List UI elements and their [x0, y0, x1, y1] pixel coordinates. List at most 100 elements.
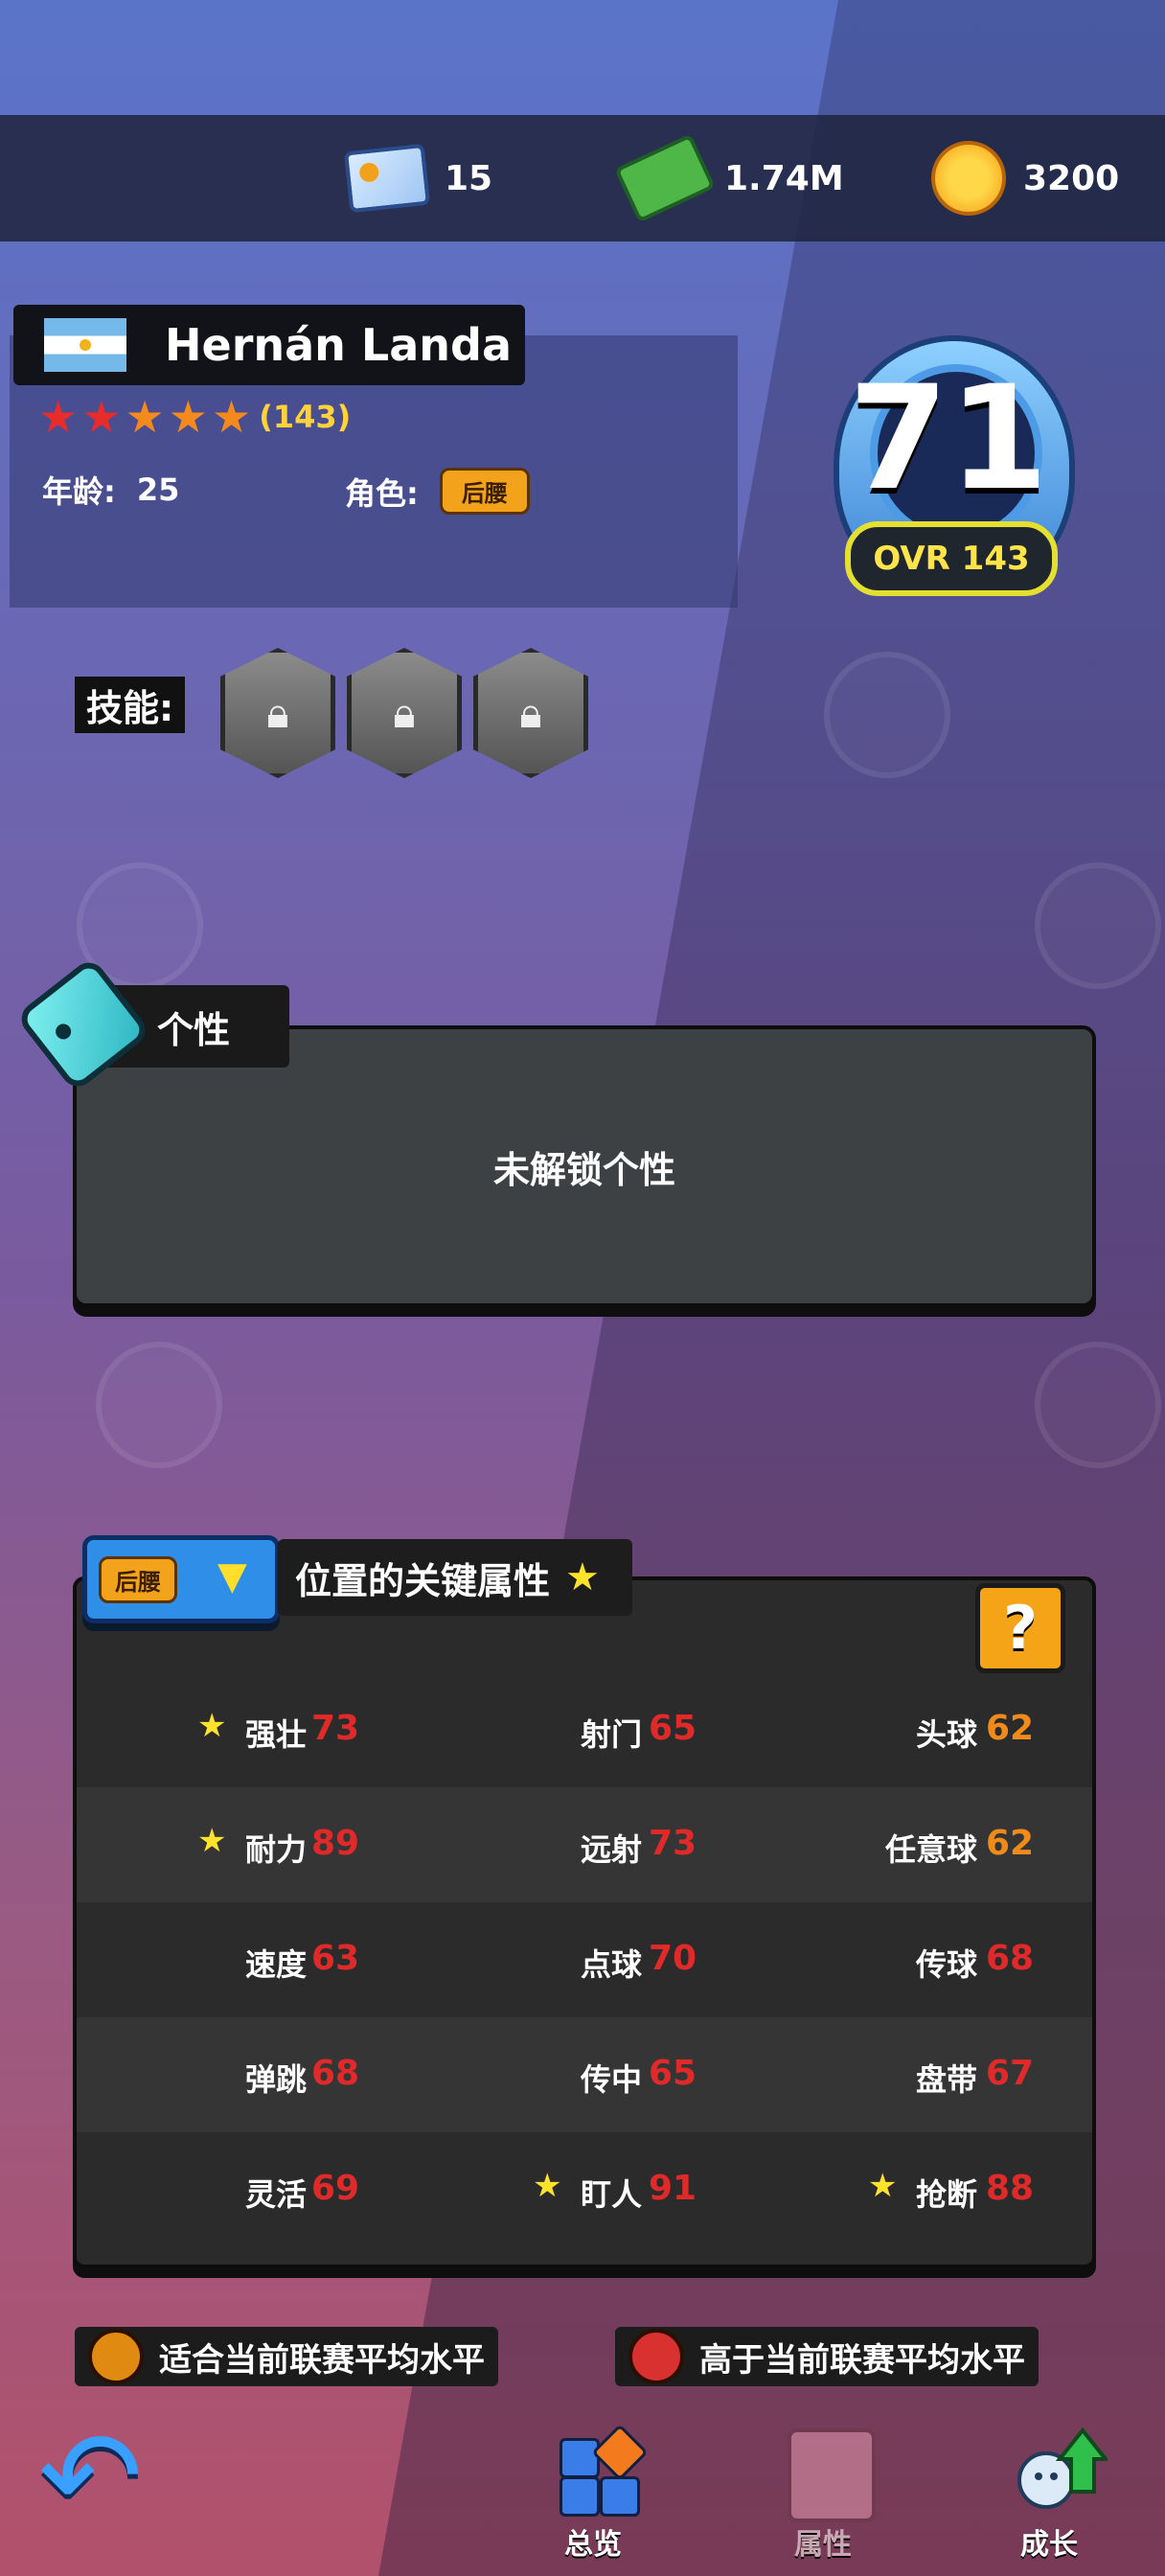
lock-icon: 🔒︎ — [393, 688, 416, 738]
nav-overview[interactable]: 总览 — [521, 2424, 665, 2562]
key-attributes-title-text: 位置的关键属性 — [295, 1559, 551, 1602]
role-label: 角色: — [345, 474, 419, 512]
key-star-icon: ★ — [197, 1707, 227, 1745]
player-name: Hernán Landa — [165, 319, 513, 371]
player-star-rating: ★ ★ ★ ★ ★ (143) — [38, 395, 351, 439]
key-star-icon: ★ — [868, 2167, 898, 2205]
chevron-down-icon: ▼ — [217, 1554, 247, 1598]
nav-attributes-label: 属性 — [794, 2528, 852, 2562]
attribute-value: 73 — [310, 1709, 360, 1748]
attributes-calendar-icon — [788, 2428, 876, 2522]
attribute-value: 68 — [985, 1939, 1035, 1978]
legend-above-text: 高于当前联赛平均水平 — [699, 2340, 1025, 2380]
role-row: 角色: 后腰 — [345, 468, 530, 515]
attribute-value: 89 — [310, 1824, 360, 1863]
soccer-ball-watermark — [1035, 1342, 1161, 1468]
key-star-icon: ★ — [533, 2167, 562, 2205]
attribute-value: 65 — [648, 1709, 697, 1748]
cash-amount: 1.74M — [724, 158, 844, 198]
attribute-label: 速度 — [244, 1946, 307, 1983]
card-counter[interactable]: 15 — [343, 115, 493, 242]
coin-counter[interactable]: 3200 — [931, 115, 1119, 242]
cash-counter[interactable]: 1.74M — [614, 115, 844, 242]
personality-panel: 未解锁个性 — [73, 1025, 1096, 1307]
attribute-label: 任意球 — [884, 1831, 977, 1868]
attribute-value: 69 — [310, 2169, 360, 2208]
key-attributes-title: 位置的关键属性 ★ — [278, 1539, 632, 1616]
attributes-panel: 强壮 ★ 73 射门 65 头球 62 耐力 ★ 89 远射 73 任意球 62 速度 63 点球 70 传球 68 弹… — [73, 1576, 1096, 2268]
attribute-label: 耐力 — [244, 1831, 307, 1868]
soccer-ball-watermark — [824, 652, 950, 778]
star-icon: ★ — [38, 391, 79, 443]
nav-growth-label: 成长 — [1020, 2528, 1078, 2562]
help-button[interactable]: ? — [975, 1583, 1065, 1673]
star-icon: ★ — [168, 391, 208, 443]
attribute-label: 点球 — [580, 1946, 642, 1983]
personality-empty-text: 未解锁个性 — [492, 1148, 675, 1191]
nav-attributes[interactable]: 属性 — [751, 2425, 895, 2562]
coin-icon — [931, 141, 1006, 216]
attribute-value: 67 — [985, 2054, 1035, 2093]
cash-icon — [614, 133, 716, 223]
soccer-ball-watermark — [96, 1342, 222, 1468]
attribute-row: 强壮 ★ 73 射门 65 头球 62 — [77, 1672, 1092, 1787]
attribute-row: 灵活 69 盯人 ★ 91 抢断 ★ 88 — [77, 2132, 1092, 2247]
star-icon: ★ — [565, 1555, 600, 1599]
attribute-label: 抢断 — [915, 2176, 977, 2213]
attribute-label: 弹跳 — [244, 2061, 307, 2098]
attribute-label: 头球 — [915, 1716, 977, 1753]
position-badge: 后腰 — [99, 1556, 177, 1603]
position-dropdown[interactable]: 后腰 ▼ — [82, 1535, 280, 1623]
attribute-label: 灵活 — [244, 2176, 307, 2213]
soccer-ball-watermark — [1035, 862, 1161, 989]
attribute-row: 速度 63 点球 70 传球 68 — [77, 1902, 1092, 2017]
ovr-label: OVR 143 — [845, 521, 1058, 596]
ovr-value: 71 — [848, 356, 1049, 522]
ovr-badge: 71 OVR 143 — [814, 335, 1083, 613]
star-icon: ★ — [125, 391, 165, 443]
attribute-label: 传中 — [580, 2061, 642, 2098]
attribute-label: 远射 — [580, 1831, 642, 1868]
id-card-icon — [343, 143, 431, 214]
lock-icon: 🔒︎ — [519, 688, 542, 738]
attribute-value: 62 — [985, 1709, 1035, 1748]
attribute-label: 传球 — [915, 1946, 977, 1983]
argentina-flag-icon — [44, 318, 126, 372]
attribute-label: 盘带 — [915, 2061, 977, 2098]
nav-overview-label: 总览 — [564, 2528, 622, 2562]
growth-arrow-icon — [1017, 2426, 1108, 2509]
skill-slot-locked[interactable]: 🔒︎ — [220, 648, 335, 778]
legend-average: 适合当前联赛平均水平 — [75, 2327, 498, 2386]
attribute-label: 射门 — [580, 1716, 642, 1753]
player-name-box: Hernán Landa — [13, 305, 525, 385]
attribute-row: 耐力 ★ 89 远射 73 任意球 62 — [77, 1787, 1092, 1902]
star-icon: ★ — [212, 391, 252, 443]
legend-average-text: 适合当前联赛平均水平 — [159, 2340, 485, 2380]
attribute-label: 强壮 — [244, 1716, 307, 1753]
attribute-label: 盯人 — [580, 2176, 642, 2213]
attribute-value: 62 — [985, 1824, 1035, 1863]
skill-slot-locked[interactable]: 🔒︎ — [473, 648, 588, 778]
attribute-value: 88 — [985, 2169, 1035, 2208]
card-count: 15 — [445, 158, 493, 198]
attribute-value: 63 — [310, 1939, 360, 1978]
resource-bar: 15 1.74M 3200 — [0, 115, 1165, 242]
age-value: 25 — [136, 472, 180, 508]
star-count: (143) — [259, 399, 352, 435]
attribute-value: 70 — [648, 1939, 697, 1978]
red-dot-icon — [628, 2329, 684, 2384]
nav-growth[interactable]: 成长 — [977, 2425, 1121, 2562]
attribute-value: 68 — [310, 2054, 360, 2093]
coin-amount: 3200 — [1023, 158, 1120, 198]
overview-grid-icon — [560, 2424, 649, 2517]
lock-icon: 🔒︎ — [266, 688, 289, 738]
skill-slot-locked[interactable]: 🔒︎ — [347, 648, 462, 778]
back-arrow-button[interactable]: ↶ — [38, 2414, 172, 2539]
star-icon: ★ — [81, 391, 122, 443]
key-star-icon: ★ — [197, 1822, 227, 1860]
attribute-value: 65 — [648, 2054, 697, 2093]
orange-dot-icon — [88, 2329, 144, 2384]
attribute-value: 91 — [648, 2169, 697, 2208]
role-badge: 后腰 — [439, 468, 530, 515]
skills-label: 技能: — [75, 677, 186, 733]
